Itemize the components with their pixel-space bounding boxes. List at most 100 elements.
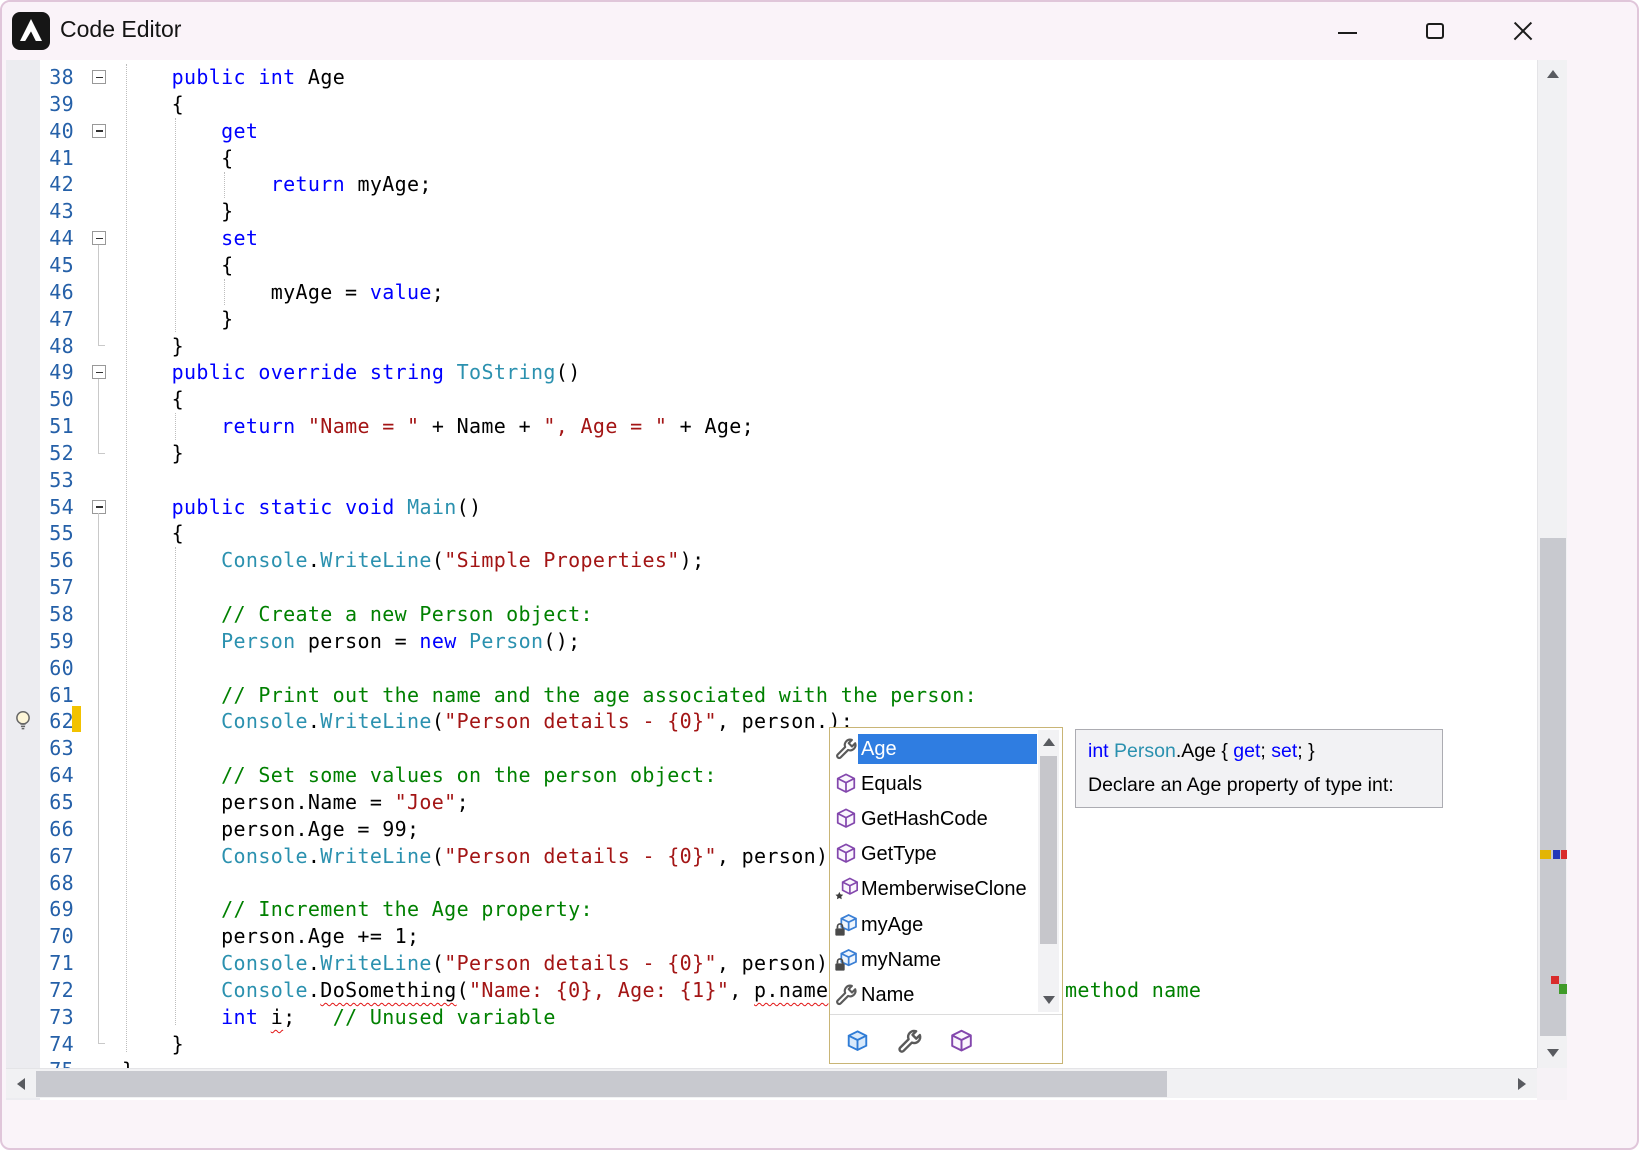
code-line-73[interactable]: 73 int i; // Unused variable <box>6 1004 1537 1031</box>
code-token: ; <box>457 790 469 814</box>
close-button[interactable] <box>1500 9 1546 53</box>
code-text: // Increment the Age property: <box>122 896 593 923</box>
code-line-45[interactable]: 45 { <box>6 252 1537 279</box>
code-line-72[interactable]: 72 Console.DoSomething("Name: {0}, Age: … <box>6 977 1537 1004</box>
code-token: ( <box>432 951 444 975</box>
fold-collapse-icon[interactable] <box>92 231 106 245</box>
code-token <box>296 414 308 438</box>
code-line-43[interactable]: 43 } <box>6 198 1537 225</box>
code-token: i <box>271 1005 283 1029</box>
scrollbar-annotation-mark <box>1559 984 1567 994</box>
line-number: 41 <box>40 145 74 172</box>
fold-region-end-tick <box>98 345 105 346</box>
scroll-right-button[interactable] <box>1507 1069 1537 1099</box>
code-line-40[interactable]: 40 get <box>6 118 1537 145</box>
code-line-52[interactable]: 52 } <box>6 440 1537 467</box>
method-protected-icon <box>834 877 858 901</box>
code-line-49[interactable]: 49 public override string ToString() <box>6 359 1537 386</box>
minimize-button[interactable] <box>1324 9 1370 53</box>
code-line-58[interactable]: 58 // Create a new Person object: <box>6 601 1537 628</box>
completion-item[interactable]: Equals <box>833 766 1037 801</box>
code-token: . <box>308 548 320 572</box>
code-text: Console.DoSomething("Name: {0}, Age: {1}… <box>122 977 828 1004</box>
code-line-51[interactable]: 51 return "Name = " + Name + ", Age = " … <box>6 413 1537 440</box>
code-line-44[interactable]: 44 set <box>6 225 1537 252</box>
fields-filter-button[interactable] <box>840 1026 874 1057</box>
quick-info-description: Declare an Age property of type int: <box>1088 773 1430 798</box>
code-line-60[interactable]: 60 <box>6 655 1537 682</box>
completion-item[interactable]: Age <box>833 731 1037 766</box>
code-line-54[interactable]: 54 public static void Main() <box>6 494 1537 521</box>
maximize-button[interactable] <box>1412 9 1458 53</box>
vertical-scrollbar[interactable] <box>1537 60 1567 1068</box>
code-token: override <box>258 360 357 384</box>
code-line-74[interactable]: 74 } <box>6 1031 1537 1058</box>
code-line-42[interactable]: 42 return myAge; <box>6 171 1537 198</box>
code-line-71[interactable]: 71 Console.WriteLine("Person details - {… <box>6 950 1537 977</box>
completion-scrollbar-thumb[interactable] <box>1040 756 1057 944</box>
code-line-67[interactable]: 67 Console.WriteLine("Person details - {… <box>6 843 1537 870</box>
code-token <box>122 1005 221 1029</box>
code-text: Console.WriteLine("Person details - {0}"… <box>122 950 841 977</box>
code-line-61[interactable]: 61 // Print out the name and the age ass… <box>6 682 1537 709</box>
horizontal-scrollbar[interactable] <box>6 1068 1537 1098</box>
code-line-41[interactable]: 41 { <box>6 145 1537 172</box>
completion-item[interactable]: MemberwiseClone <box>833 872 1037 907</box>
line-number: 46 <box>40 279 74 306</box>
code-line-56[interactable]: 56 Console.WriteLine("Simple Properties"… <box>6 547 1537 574</box>
completion-scroll-down-button[interactable] <box>1038 988 1059 1012</box>
completion-item-label: GetType <box>858 839 1037 869</box>
methods-filter-button[interactable] <box>944 1026 978 1057</box>
fold-collapse-icon[interactable] <box>92 70 106 84</box>
code-editor[interactable]: 38 public int Age39 {40 get41 {42 return… <box>6 60 1567 1100</box>
completion-item[interactable]: GetType <box>833 837 1037 872</box>
scroll-up-button[interactable] <box>1538 60 1567 88</box>
code-line-38[interactable]: 38 public int Age <box>6 64 1537 91</box>
horizontal-scrollbar-thumb[interactable] <box>36 1071 1167 1097</box>
code-token: p.name <box>754 978 828 1002</box>
code-line-47[interactable]: 47 } <box>6 306 1537 333</box>
code-token <box>246 65 258 89</box>
code-token <box>122 172 271 196</box>
fold-collapse-icon[interactable] <box>92 365 106 379</box>
completion-filter-bar <box>830 1014 1062 1063</box>
code-text: // Create a new Person object: <box>122 601 593 628</box>
code-line-70[interactable]: 70 person.Age += 1; <box>6 923 1537 950</box>
scroll-down-button[interactable] <box>1538 1039 1567 1067</box>
completion-item[interactable]: myAge <box>833 907 1037 942</box>
fold-region-end-tick <box>98 453 105 454</box>
completion-scrollbar[interactable] <box>1038 730 1059 1012</box>
completion-item-label: Equals <box>858 769 1037 799</box>
indent-guide <box>175 118 176 332</box>
quick-actions-lightbulb-icon[interactable] <box>11 708 35 732</box>
scroll-left-button[interactable] <box>6 1069 36 1099</box>
code-line-46[interactable]: 46 myAge = value; <box>6 279 1537 306</box>
indent-guide <box>175 547 176 1025</box>
code-token <box>122 414 221 438</box>
completion-item[interactable]: GetHashCode <box>833 801 1037 836</box>
code-text: } <box>122 440 184 467</box>
vertical-scrollbar-thumb[interactable] <box>1540 538 1566 1036</box>
code-token <box>122 844 221 868</box>
code-line-53[interactable]: 53 <box>6 467 1537 494</box>
fold-collapse-icon[interactable] <box>92 500 106 514</box>
code-line-50[interactable]: 50 { <box>6 386 1537 413</box>
properties-filter-button[interactable] <box>892 1026 926 1057</box>
completion-item[interactable]: Name <box>833 977 1037 1012</box>
code-area[interactable]: 38 public int Age39 {40 get41 {42 return… <box>6 60 1537 1100</box>
code-line-68[interactable]: 68 <box>6 870 1537 897</box>
code-line-48[interactable]: 48 } <box>6 333 1537 360</box>
fold-collapse-icon[interactable] <box>92 124 106 138</box>
code-line-66[interactable]: 66 person.Age = 99; <box>6 816 1537 843</box>
code-token: WriteLine <box>320 548 432 572</box>
code-line-57[interactable]: 57 <box>6 574 1537 601</box>
code-line-55[interactable]: 55 { <box>6 520 1537 547</box>
code-line-59[interactable]: 59 Person person = new Person(); <box>6 628 1537 655</box>
code-token: Main <box>407 495 457 519</box>
code-line-39[interactable]: 39 { <box>6 91 1537 118</box>
code-line-69[interactable]: 69 // Increment the Age property: <box>6 896 1537 923</box>
completion-scroll-up-button[interactable] <box>1038 730 1059 754</box>
line-number: 65 <box>40 789 74 816</box>
completion-item[interactable]: myName <box>833 942 1037 977</box>
field-private-icon <box>834 948 858 972</box>
